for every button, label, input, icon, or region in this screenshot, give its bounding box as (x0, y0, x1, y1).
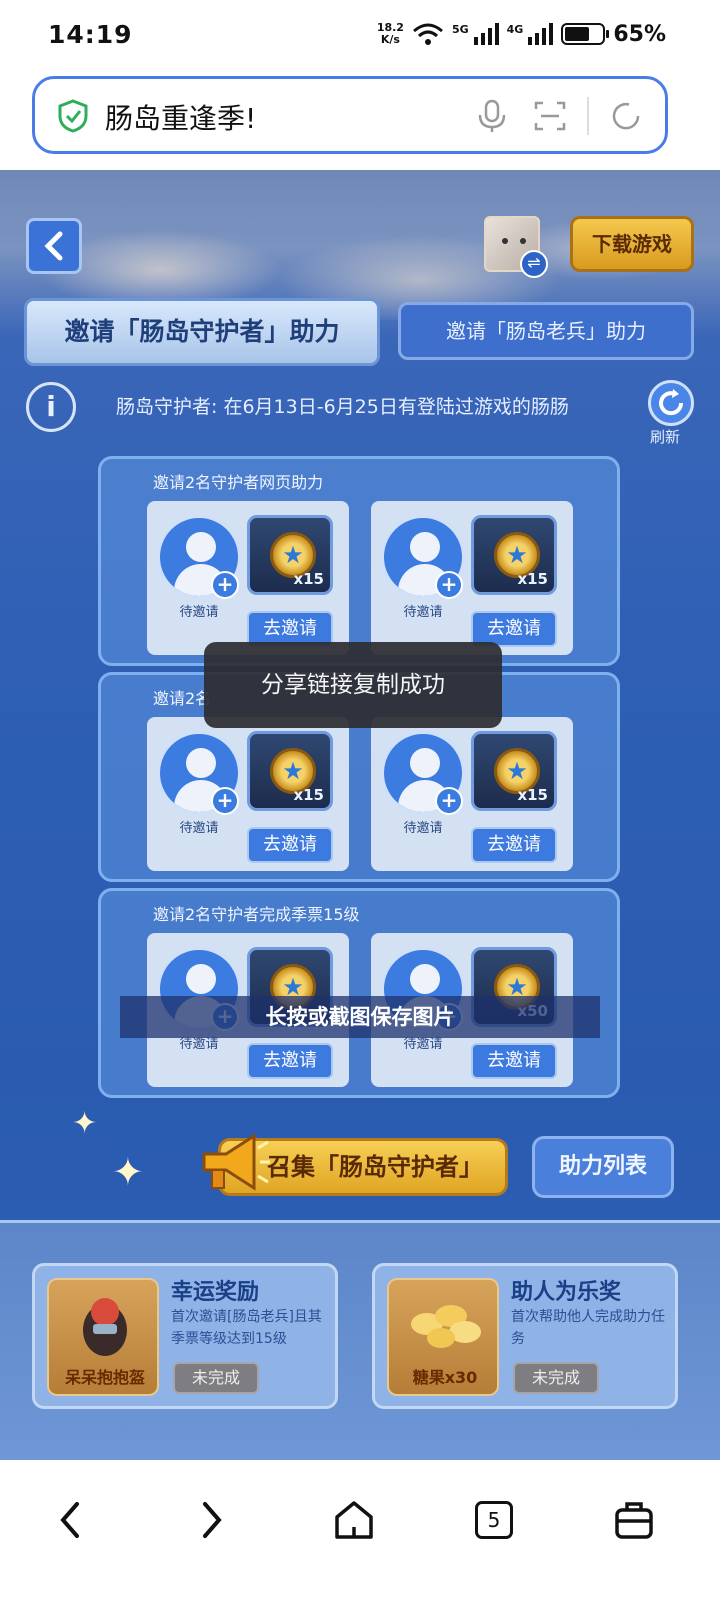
reward-item-name: 糖果x30 (412, 1368, 478, 1387)
reward-item-name: 呆呆抱抱盔 (64, 1368, 145, 1387)
invite-button[interactable]: 去邀请 (247, 827, 333, 863)
address-bar[interactable]: 肠岛重逢季! (32, 76, 668, 154)
refresh-label: 刷新 (650, 428, 681, 446)
nav-forward-button[interactable] (184, 1492, 240, 1548)
address-text[interactable]: 肠岛重逢季! (105, 97, 256, 137)
reward-quantity: x15 (293, 570, 324, 588)
megaphone-icon (202, 1133, 270, 1191)
forward-arrow-icon (203, 1502, 222, 1538)
sparkle-icon: ✦ (72, 1106, 98, 1141)
refresh-icon[interactable] (609, 99, 643, 133)
microphone-icon[interactable] (475, 99, 509, 133)
nav-tabs-button[interactable]: 5 (466, 1492, 522, 1548)
battery-fill (565, 27, 589, 41)
invite-button[interactable]: 去邀请 (471, 1043, 557, 1079)
battery-percent: 65% (613, 21, 666, 47)
back-arrow-icon (60, 1502, 79, 1538)
signal-5g-label: 5G (451, 23, 469, 36)
panel-title: 邀请2名守护者完成季票15级 (153, 905, 360, 924)
info-text: 肠岛守护者: 在6月13日-6月25日有登陆过游戏的肠肠 (116, 396, 569, 418)
reward-item: ★ x15 (247, 731, 333, 811)
plus-icon[interactable]: + (211, 787, 239, 815)
reward-item: ★ x15 (247, 515, 333, 595)
back-button[interactable] (26, 218, 82, 274)
achievement-desc: 首次邀请[肠岛老兵]且其季票等级达到15级 (171, 1309, 322, 1347)
tab-invite-guardian[interactable]: 邀请「肠岛守护者」助力 (24, 298, 380, 366)
network-speed-unit: K/s (380, 33, 400, 46)
invite-status: 待邀请 (403, 821, 443, 836)
save-image-hint: 长按或截图保存图片 (120, 996, 600, 1038)
wifi-icon (412, 23, 443, 45)
task-panel: 邀请2名守护者完成季票15级 + 待邀请 ★ 去邀请 + 待邀请 ★ x50 去… (98, 888, 620, 1098)
signal-4g-label: 4G (506, 23, 524, 36)
download-game-button[interactable]: 下载游戏 (570, 216, 694, 272)
invite-status: 待邀请 (179, 821, 219, 836)
invite-button[interactable]: 去邀请 (471, 827, 557, 863)
network-speed: 18.2 K/s (377, 22, 404, 46)
tab-invite-veteran[interactable]: 邀请「肠岛老兵」助力 (398, 302, 694, 360)
nav-bag-button[interactable] (606, 1492, 662, 1548)
address-divider (587, 97, 589, 135)
nav-home-button[interactable] (326, 1492, 382, 1548)
reward-quantity: x15 (517, 570, 548, 588)
chevron-left-icon (44, 231, 63, 261)
shield-check-icon (58, 99, 88, 133)
reward-quantity: x15 (517, 786, 548, 804)
invite-status: 待邀请 (179, 605, 219, 620)
status-bar: 14:19 18.2 K/s 5G 4G 65% (0, 0, 720, 70)
reward-item: ★ x15 (471, 515, 557, 595)
help-list-button[interactable]: 助力列表 (532, 1136, 674, 1198)
task-panel: 邀请2名守护者网页助力 + 待邀请 ★ x15 去邀请 + 待邀请 ★ x15 … (98, 456, 620, 666)
scan-icon[interactable] (533, 99, 567, 133)
achievement-status[interactable]: 未完成 (513, 1362, 599, 1394)
tabs-icon: 5 (475, 1501, 513, 1539)
plus-icon[interactable]: + (435, 571, 463, 599)
battery-icon (561, 23, 610, 45)
swap-account-icon[interactable]: ⇌ (520, 250, 548, 278)
invite-button[interactable]: 去邀请 (247, 1043, 333, 1079)
invite-card: + 待邀请 ★ x15 去邀请 (147, 501, 349, 655)
achievement-title: 幸运奖励 (171, 1280, 260, 1305)
browser-nav-bar: 5 (0, 1460, 720, 1600)
sparkle-icon: ✦ (112, 1150, 144, 1194)
info-icon[interactable]: i (26, 382, 76, 432)
panel-title: 邀请2名 (153, 689, 212, 708)
achievement-strip: 呆呆抱抱盔 幸运奖励 首次邀请[肠岛老兵]且其季票等级达到15级 未完成 糖果x… (0, 1220, 720, 1460)
home-icon (335, 1501, 373, 1539)
bag-icon (615, 1502, 653, 1539)
plus-icon[interactable]: + (435, 787, 463, 815)
status-time: 14:19 (48, 20, 133, 49)
signal-5g-icon: 5G (452, 23, 499, 45)
achievement-card: 糖果x30 助人为乐奖 首次帮助他人完成助力任务 未完成 (372, 1263, 678, 1409)
refresh-button[interactable] (648, 380, 694, 426)
game-page: ⇌ 下载游戏 邀请「肠岛守护者」助力 邀请「肠岛老兵」助力 i 肠岛守护者: 在… (0, 170, 720, 1460)
panel-title: 邀请2名守护者网页助力 (153, 473, 324, 492)
copy-success-toast: 分享链接复制成功 (204, 642, 502, 728)
invite-card: + 待邀请 ★ x15 去邀请 (371, 501, 573, 655)
achievement-title: 助人为乐奖 (511, 1280, 622, 1305)
invite-status: 待邀请 (403, 605, 443, 620)
candy-reward-icon: 糖果x30 (387, 1278, 499, 1396)
status-icons: 18.2 K/s 5G 4G 65% (377, 18, 666, 50)
invite-card: + 待邀请 ★ x15 去邀请 (147, 717, 349, 871)
invite-card: + 待邀请 ★ x15 去邀请 (371, 717, 573, 871)
nav-back-button[interactable] (42, 1492, 98, 1548)
reward-quantity: x15 (293, 786, 324, 804)
helmet-reward-icon: 呆呆抱抱盔 (47, 1278, 159, 1396)
signal-4g-icon: 4G (507, 23, 554, 45)
refresh-icon (659, 389, 684, 416)
reward-item: ★ x15 (471, 731, 557, 811)
achievement-card: 呆呆抱抱盔 幸运奖励 首次邀请[肠岛老兵]且其季票等级达到15级 未完成 (32, 1263, 338, 1409)
achievement-desc: 首次帮助他人完成助力任务 (511, 1309, 665, 1347)
achievement-status[interactable]: 未完成 (173, 1362, 259, 1394)
plus-icon[interactable]: + (211, 571, 239, 599)
